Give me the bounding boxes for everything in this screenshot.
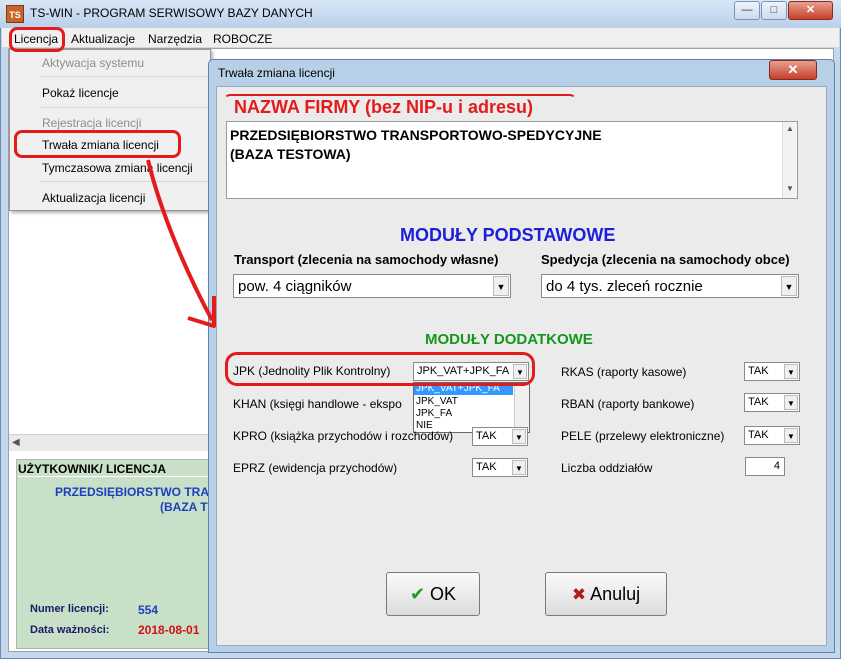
basic-modules-title: MODUŁY PODSTAWOWE [400,225,616,245]
close-button[interactable]: ✕ [788,1,833,20]
cancel-button-label: Anuluj [590,584,641,604]
scroll-down-icon[interactable]: ▼ [786,184,794,193]
chevron-down-icon[interactable]: ▼ [784,395,798,410]
eprz-select[interactable]: TAK ▼ [472,458,528,477]
maximize-button[interactable]: □ [761,1,787,20]
forwarding-select[interactable]: do 4 tys. zleceń rocznie ▼ [541,274,799,298]
firm-name-textarea[interactable]: PRZEDSIĘBIORSTWO TRANSPORTOWO-SPEDYCYJNE… [226,121,798,199]
transport-select[interactable]: pow. 4 ciągników ▼ [233,274,511,298]
minimize-button[interactable]: — [734,1,760,20]
license-number-value: 554 [138,603,159,617]
dialog-title: Trwała zmiana licencji [218,66,335,80]
pele-select-value: TAK [748,429,769,441]
user-company-line2: (BAZA T [160,500,208,514]
highlight-menu-licencja [9,27,65,52]
chevron-down-icon[interactable]: ▼ [512,460,526,475]
pele-select[interactable]: TAK ▼ [744,426,800,445]
highlight-firm-title [224,94,576,120]
rkas-select[interactable]: TAK ▼ [744,362,800,381]
ok-button[interactable]: ✔ OK [386,572,480,616]
scroll-left-icon[interactable]: ◀ [12,437,20,448]
highlight-jpk-row [225,352,535,386]
menuitem-aktywacja: Aktywacja systemu [42,56,145,70]
branches-label: Liczba oddziałów [561,461,653,475]
transport-select-value: pow. 4 ciągników [238,278,352,295]
valid-until-label: Data ważności: [30,624,110,636]
firm-name-line1: PRZEDSIĘBIORSTWO TRANSPORTOWO-SPEDYCYJNE [230,127,602,143]
menuitem-rejestracja: Rejestracja licencji [42,116,142,130]
eprz-label: EPRZ (ewidencja przychodów) [233,461,398,475]
jpk-option[interactable]: JPK_VAT [416,396,458,407]
extra-modules-title: MODUŁY DODATKOWE [425,331,593,348]
rkas-label: RKAS (raporty kasowe) [561,365,687,379]
divider [18,476,210,477]
menu-robocze[interactable]: ROBOCZE [213,32,272,46]
horizontal-scrollbar[interactable]: ◀ [9,434,214,451]
menu-separator [40,107,208,108]
transport-label: Transport (zlecenia na samochody własne) [234,252,499,267]
menu-narzedzia[interactable]: Narzędzia [148,32,202,46]
user-company-line1: PRZEDSIĘBIORSTWO TRA [55,485,210,499]
rkas-select-value: TAK [748,365,769,377]
license-number-label: Numer licencji: [30,603,109,615]
menuitem-tymczasowa-zmiana[interactable]: Tymczasowa zmiana licencji [42,161,193,175]
ok-button-label: OK [430,584,457,604]
menu-separator [40,181,208,182]
chevron-down-icon[interactable]: ▼ [512,429,526,444]
window-title: TS-WIN - PROGRAM SERWISOWY BAZY DANYCH [30,6,313,20]
khan-label: KHAN (księgi handlowe - ekspo [233,397,402,411]
kpro-label: KPRO (książka przychodów i rozchodów) [233,429,454,443]
valid-until-value: 2018-08-01 [138,623,200,637]
chevron-down-icon[interactable]: ▼ [784,428,798,443]
jpk-option[interactable]: JPK_FA [416,408,452,419]
rban-select[interactable]: TAK ▼ [744,393,800,412]
rban-label: RBAN (raporty bankowe) [561,397,695,411]
rban-select-value: TAK [748,396,769,408]
firm-name-scrollbar[interactable]: ▲ ▼ [782,122,797,198]
menu-aktualizacje[interactable]: Aktualizacje [71,32,135,46]
highlight-menuitem-trwala [14,130,181,158]
menuitem-pokaz-licencje[interactable]: Pokaż licencje [42,86,119,100]
user-panel-header: UŻYTKOWNIK/ LICENCJA [18,462,166,476]
checkmark-icon: ✔ [409,584,426,604]
chevron-down-icon[interactable]: ▼ [784,364,798,379]
kpro-select[interactable]: TAK ▼ [472,427,528,446]
eprz-select-value: TAK [476,461,497,473]
app-icon: TS [6,5,24,23]
scroll-up-icon[interactable]: ▲ [786,124,794,133]
chevron-down-icon[interactable]: ▼ [781,276,797,296]
menuitem-aktualizacja[interactable]: Aktualizacja licencji [42,191,145,205]
forwarding-select-value: do 4 tys. zleceń rocznie [546,278,703,295]
pele-label: PELE (przelewy elektroniczne) [561,429,725,443]
x-icon: ✖ [571,585,587,604]
cancel-button[interactable]: ✖ Anuluj [545,572,667,616]
menu-separator [40,76,208,77]
forwarding-label: Spedycja (zlecenia na samochody obce) [541,252,790,267]
jpk-list-scrollbar[interactable] [514,383,529,432]
jpk-options-list[interactable]: JPK_VAT+JPK_FA JPK_VAT JPK_FA NIE [413,382,530,433]
firm-name-line2: (BAZA TESTOWA) [230,146,351,162]
branches-input[interactable]: 4 [745,457,785,476]
dialog-close-button[interactable]: ✕ [769,60,817,80]
kpro-select-value: TAK [476,430,497,442]
chevron-down-icon[interactable]: ▼ [493,276,509,296]
